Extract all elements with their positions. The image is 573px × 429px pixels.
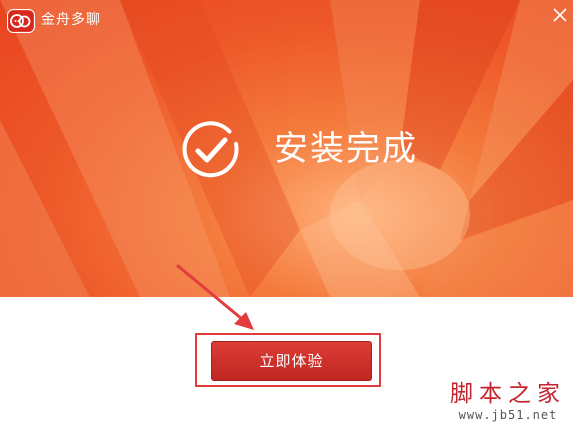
pointer-arrow-annotation bbox=[176, 264, 254, 330]
install-complete-title: 安装完成 bbox=[274, 129, 418, 169]
close-icon[interactable] bbox=[551, 6, 569, 24]
app-title: 金舟多聊 bbox=[41, 12, 101, 28]
title-bar: 金舟多聊 bbox=[0, 0, 573, 40]
check-circle-icon bbox=[182, 121, 239, 178]
installer-window: 金舟多聊 安装完成 立即体验 脚本之家 www.jb51.net bbox=[0, 0, 573, 429]
start-experience-button[interactable]: 立即体验 bbox=[211, 341, 372, 381]
app-logo-icon bbox=[7, 9, 35, 33]
watermark: 脚本之家 www.jb51.net bbox=[446, 380, 570, 422]
header-banner: 金舟多聊 安装完成 bbox=[0, 0, 573, 297]
watermark-brand: 脚本之家 bbox=[450, 381, 566, 407]
watermark-url: www.jb51.net bbox=[458, 408, 558, 422]
